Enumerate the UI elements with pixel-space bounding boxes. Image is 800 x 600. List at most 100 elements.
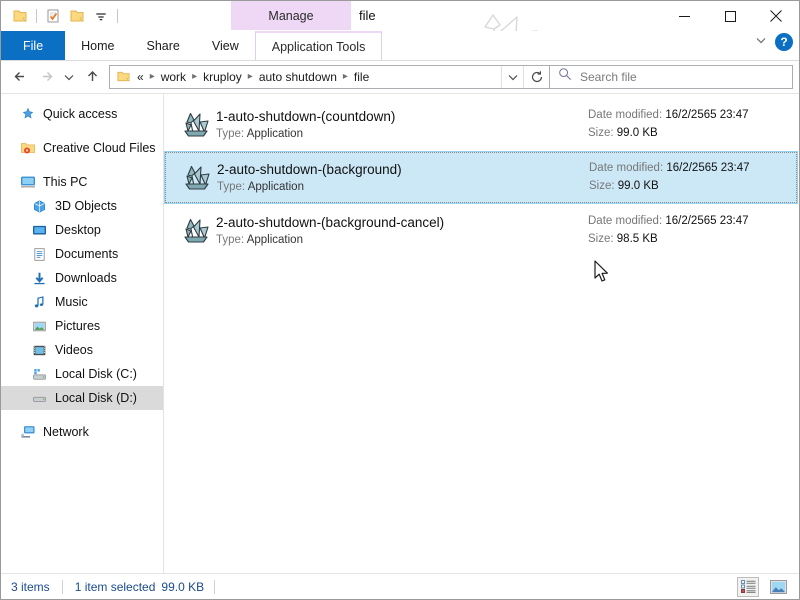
window-title: file [359,8,376,23]
search-input[interactable]: Search file [550,64,793,89]
sidebar-item-label: Pictures [55,319,101,333]
sidebar-item-local-disk-d[interactable]: Local Disk (D:) [1,386,163,410]
properties-checkmark-icon[interactable] [42,5,64,27]
sidebar-item-label: Local Disk (D:) [55,391,137,405]
refresh-icon[interactable] [523,65,549,88]
file-type-line: Type: Application [217,180,589,195]
sidebar-item-label: Creative Cloud Files [43,141,156,155]
window-controls [661,1,799,31]
sidebar-item-local-disk-c[interactable]: Local Disk (C:) [1,362,163,386]
local-disk-d-icon [31,390,48,407]
close-button[interactable] [753,1,799,31]
up-button[interactable] [79,64,105,90]
sidebar-item-quick-access[interactable]: Quick access [1,102,163,126]
file-type-line: Type: Application [216,127,588,142]
table-row[interactable]: 1-auto-shutdown-(countdown) Type: Applic… [164,98,799,151]
address-bar[interactable]: « ▸ work ▸ kruploy ▸ auto shutdown ▸ fil… [109,64,550,89]
search-icon [558,67,572,86]
customize-dropdown-icon[interactable] [90,5,112,27]
tab-application-tools[interactable]: Application Tools [254,31,383,60]
breadcrumb-item-file[interactable]: file [349,66,374,88]
sidebar-item-this-pc[interactable]: This PC [1,170,163,194]
date-modified-value: 16/2/2565 23:47 [665,109,749,121]
new-folder-icon[interactable] [66,5,88,27]
sidebar-item-3d-objects[interactable]: 3D Objects [1,194,163,218]
sidebar-item-label: Music [55,295,88,309]
tab-share[interactable]: Share [131,31,196,60]
file-name-block: 2-auto-shutdown-(background-cancel) Type… [216,214,588,248]
maximize-button[interactable] [707,1,753,31]
sidebar-item-downloads[interactable]: Downloads [1,266,163,290]
file-list: 1-auto-shutdown-(countdown) Type: Applic… [164,94,799,573]
file-name-block: 1-auto-shutdown-(countdown) Type: Applic… [216,108,588,142]
status-bar: 3 items 1 item selected 99.0 KB [1,573,799,599]
tab-view[interactable]: View [196,31,255,60]
3d-objects-icon [31,198,48,215]
file-name: 1-auto-shutdown-(countdown) [216,108,396,124]
chevron-down-icon[interactable] [755,33,767,51]
size-value: 99.0 KB [617,180,659,192]
tab-home[interactable]: Home [65,31,130,60]
sidebar-item-label: Videos [55,343,93,357]
forward-button[interactable] [33,64,59,90]
sidebar-item-network[interactable]: Network [1,420,163,444]
address-bar-row: « ▸ work ▸ kruploy ▸ auto shutdown ▸ fil… [1,61,799,93]
sidebar-item-documents[interactable]: Documents [1,242,163,266]
sidebar-gap-2 [1,160,163,170]
title-bar: Manage file www.KRUPLOY.com [1,1,799,60]
date-modified-label: Date modified: [589,162,664,174]
file-name: 2-auto-shutdown-(background) [217,161,402,177]
sidebar-item-label: Documents [55,247,119,261]
details-view-button[interactable] [737,576,759,597]
tab-file[interactable]: File [1,31,66,60]
breadcrumb-chevron-icon-1: ▸ [149,71,155,82]
sidebar-item-pictures[interactable]: Pictures [1,314,163,338]
breadcrumb-item-kruploy[interactable]: kruploy [198,66,247,88]
type-label: Type: [216,127,245,140]
autohotkey-swan-icon [177,162,217,194]
autohotkey-swan-icon [176,215,216,247]
ribbon-tab-strip: File Home Share View Application Tools ? [1,31,799,61]
size-value: 99.0 KB [616,127,658,139]
status-separator-2 [214,579,216,594]
breadcrumb-item-auto-shutdown[interactable]: auto shutdown [254,66,342,88]
size-label: Size: [589,180,615,192]
sidebar-item-videos[interactable]: Videos [1,338,163,362]
contextual-tab-header: Manage [231,1,351,30]
type-label: Type: [216,233,245,246]
sidebar-item-music[interactable]: Music [1,290,163,314]
breadcrumb-item-work[interactable]: work [156,66,191,88]
view-buttons [737,576,789,597]
minimize-button[interactable] [661,1,707,31]
sidebar-item-desktop[interactable]: Desktop [1,218,163,242]
file-meta-block: Date modified: 16/2/2565 23:47 Size: 99.… [589,161,750,194]
recent-locations-button[interactable] [59,64,79,90]
file-type-value: Application [246,233,303,246]
back-button[interactable] [7,64,33,90]
file-meta-block: Date modified: 16/2/2565 23:47 Size: 99.… [588,108,749,141]
table-row[interactable]: 2-auto-shutdown-(background) Type: Appli… [164,151,798,204]
breadcrumb-chevron-icon-2[interactable]: ▸ [191,71,198,82]
desktop-icon [31,222,48,239]
properties-folder-icon[interactable] [9,5,31,27]
explorer-body: Quick access Creative Cloud Files This P… [1,93,799,573]
downloads-icon [31,270,48,287]
sidebar-item-label: This PC [43,175,88,189]
address-dropdown-icon[interactable] [501,65,523,88]
sidebar-item-label: Network [43,425,89,439]
size-label: Size: [588,127,614,139]
qat-separator-1 [36,9,37,23]
creative-cloud-folder-icon [19,140,36,157]
sidebar-gap-3 [1,410,163,420]
size-line: Size: 99.0 KB [588,126,749,141]
breadcrumb-overflow[interactable]: « [132,66,149,88]
large-icons-view-button[interactable] [767,577,789,597]
date-modified-value: 16/2/2565 23:47 [665,215,749,227]
breadcrumb-chevron-icon-4[interactable]: ▸ [342,71,349,82]
breadcrumb-chevron-icon-3[interactable]: ▸ [247,71,254,82]
file-type-value: Application [247,180,304,193]
breadcrumb: « ▸ work ▸ kruploy ▸ auto shutdown ▸ fil… [110,66,501,88]
sidebar-item-creative-cloud-files[interactable]: Creative Cloud Files [1,136,163,160]
table-row[interactable]: 2-auto-shutdown-(background-cancel) Type… [164,204,799,257]
help-icon[interactable]: ? [775,33,793,51]
